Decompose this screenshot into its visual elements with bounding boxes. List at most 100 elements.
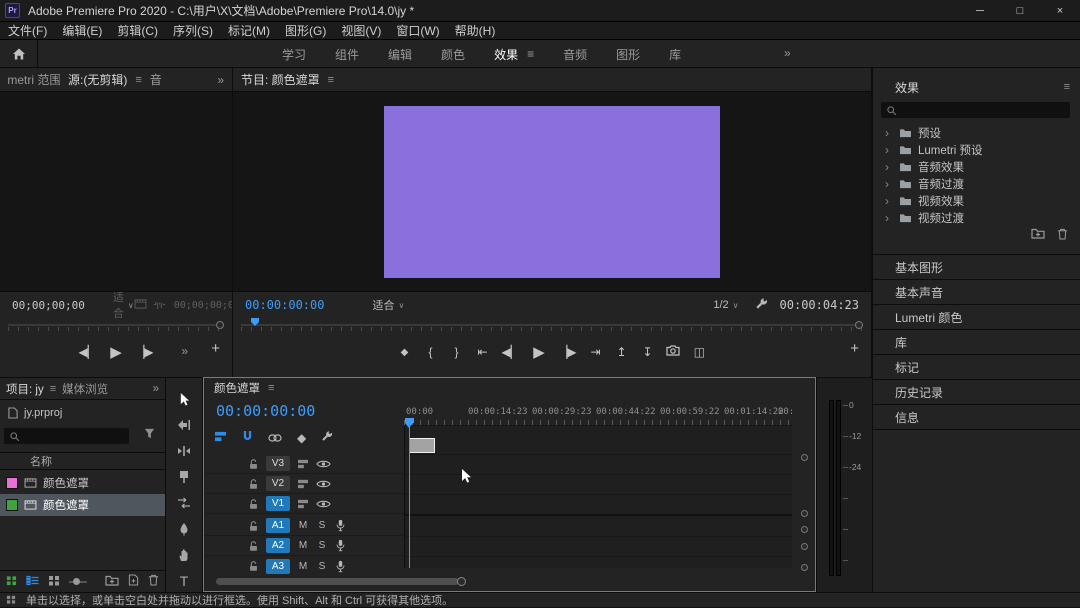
program-resolution-dropdown[interactable]: 1/2∨ [713, 299, 738, 311]
tab-source-monitor[interactable]: 源:(无剪辑) [68, 71, 127, 88]
program-zoom-handle[interactable] [855, 321, 863, 329]
mark-out-button[interactable]: } [450, 345, 464, 359]
new-custom-bin-icon[interactable] [1031, 228, 1045, 243]
chevron-right-icon[interactable]: › [885, 177, 893, 191]
track-lock-icon[interactable] [248, 458, 259, 470]
menu-view[interactable]: 视图(V) [341, 22, 381, 39]
label-color-swatch[interactable] [6, 477, 18, 489]
hscrollbar-thumb[interactable] [216, 578, 459, 585]
sync-lock-icon[interactable] [297, 459, 309, 469]
source-step-forward-button[interactable]: ▕▶ [135, 345, 153, 359]
voiceover-mic-icon[interactable] [335, 560, 346, 573]
track-output-eye-icon[interactable] [316, 479, 331, 489]
source-tab-overflow-icon[interactable]: » [217, 73, 224, 87]
new-item-icon[interactable] [128, 574, 139, 589]
track-lock-icon[interactable] [248, 498, 259, 510]
timeline-timecode[interactable]: 00:00:00:00 [216, 402, 315, 420]
track-label-v1[interactable]: V1 [266, 496, 290, 511]
pen-tool[interactable] [166, 516, 202, 542]
tab-markers[interactable]: 标记 [873, 354, 1080, 379]
source-panel-menu-icon[interactable]: ≡ [135, 74, 141, 86]
track-lock-icon[interactable] [248, 520, 259, 532]
sync-lock-icon[interactable] [297, 479, 309, 489]
tab-lumetri-color[interactable]: Lumetri 颜色 [873, 304, 1080, 329]
menu-file[interactable]: 文件(F) [8, 22, 47, 39]
track-select-forward-tool[interactable] [166, 412, 202, 438]
tab-lumetri-scopes[interactable]: Lumetri 范围 [8, 71, 60, 88]
lift-button[interactable]: ↥ [614, 345, 628, 359]
snap-magnet-icon[interactable] [242, 430, 253, 445]
track-lock-icon[interactable] [248, 540, 259, 552]
tab-libraries[interactable]: 库 [873, 329, 1080, 354]
source-fit-dropdown[interactable]: 适合∨ [113, 289, 134, 321]
minimize-button[interactable]: ─ [960, 0, 1000, 22]
solo-button[interactable]: S [316, 520, 328, 531]
timeline-playhead-line[interactable] [409, 426, 410, 568]
timeline-clip-selected[interactable] [409, 438, 435, 453]
project-item-color-matte-1[interactable]: 颜色遮罩 [0, 472, 165, 494]
tab-essential-graphics[interactable]: 基本图形 [873, 254, 1080, 279]
workspace-tab-learning[interactable]: 学习 [282, 46, 306, 63]
project-list-header[interactable]: 名称 [0, 452, 165, 470]
track-resize-handle[interactable] [801, 454, 808, 461]
sync-lock-icon[interactable] [297, 499, 309, 509]
track-resize-handle[interactable] [801, 526, 808, 533]
chevron-right-icon[interactable]: › [885, 211, 893, 225]
program-settings-wrench-icon[interactable] [755, 297, 768, 313]
mute-button[interactable]: M [297, 540, 309, 551]
project-panel-menu-icon[interactable]: ≡ [50, 383, 56, 395]
chevron-right-icon[interactable]: › [885, 143, 893, 157]
delete-custom-item-icon[interactable] [1057, 228, 1068, 243]
effects-folder-video-effects[interactable]: ›视频效果 [873, 192, 1080, 209]
close-button[interactable]: × [1040, 0, 1080, 22]
program-fit-dropdown[interactable]: 适合∨ [372, 297, 404, 313]
program-button-editor[interactable]: + [850, 340, 859, 357]
workspace-tab-editing[interactable]: 编辑 [388, 46, 412, 63]
source-zoom-handle[interactable] [216, 321, 224, 329]
hscrollbar-zoom-handle[interactable] [457, 577, 466, 586]
timeline-ruler[interactable]: 00:00 00:00:14:23 00:00:29:23 00:00:44:2… [404, 404, 792, 426]
project-tab-overflow-icon[interactable]: » [153, 383, 159, 395]
drag-audio-icon[interactable] [153, 298, 166, 312]
track-label-v2[interactable]: V2 [266, 476, 290, 491]
effects-title[interactable]: 效果 [895, 79, 919, 96]
effects-search-input[interactable] [881, 102, 1070, 118]
menu-sequence[interactable]: 序列(S) [173, 22, 213, 39]
add-marker-button[interactable]: ◆ [398, 347, 412, 358]
track-resize-handle[interactable] [801, 564, 808, 571]
source-play-button[interactable]: ▶ [109, 343, 123, 361]
type-tool[interactable]: T [166, 568, 202, 594]
selection-tool[interactable] [166, 386, 202, 412]
workspace-overflow-icon[interactable]: » [784, 46, 791, 60]
source-scrubber[interactable] [8, 318, 224, 332]
comparison-view-button[interactable]: ◫ [692, 345, 706, 359]
step-forward-button[interactable]: ▕▶ [558, 345, 576, 359]
voiceover-mic-icon[interactable] [335, 539, 346, 552]
tab-sequence[interactable]: 颜色遮罩 [214, 380, 260, 396]
tab-project[interactable]: 项目: jy [6, 381, 44, 397]
slip-tool[interactable] [166, 490, 202, 516]
project-filter-icon[interactable] [144, 428, 155, 442]
maximize-button[interactable]: □ [1000, 0, 1040, 22]
clear-trash-icon[interactable] [148, 574, 159, 589]
menu-graphics[interactable]: 图形(G) [285, 22, 326, 39]
effects-folder-audio-transitions[interactable]: ›音频过渡 [873, 175, 1080, 192]
voiceover-mic-icon[interactable] [335, 519, 346, 532]
track-output-eye-icon[interactable] [316, 459, 331, 469]
workspace-tab-graphics[interactable]: 图形 [616, 46, 640, 63]
linked-selection-icon[interactable] [268, 431, 282, 445]
menu-window[interactable]: 窗口(W) [396, 22, 439, 39]
timeline-clip-pink[interactable] [410, 495, 425, 512]
track-resize-handle[interactable] [801, 543, 808, 550]
project-item-color-matte-2[interactable]: 颜色遮罩 [0, 494, 165, 516]
mute-button[interactable]: M [297, 561, 309, 572]
label-color-swatch[interactable] [6, 499, 18, 511]
zoom-slider[interactable] [69, 581, 87, 583]
home-button[interactable] [0, 40, 38, 68]
program-playhead[interactable] [251, 318, 259, 326]
new-bin-icon[interactable] [105, 575, 119, 589]
effects-folder-video-transitions[interactable]: ›视频过渡 [873, 209, 1080, 226]
workspace-menu-icon[interactable]: ≡ [527, 47, 534, 61]
workspace-tab-color[interactable]: 颜色 [441, 46, 465, 63]
timeline-track-area[interactable] [404, 426, 792, 568]
